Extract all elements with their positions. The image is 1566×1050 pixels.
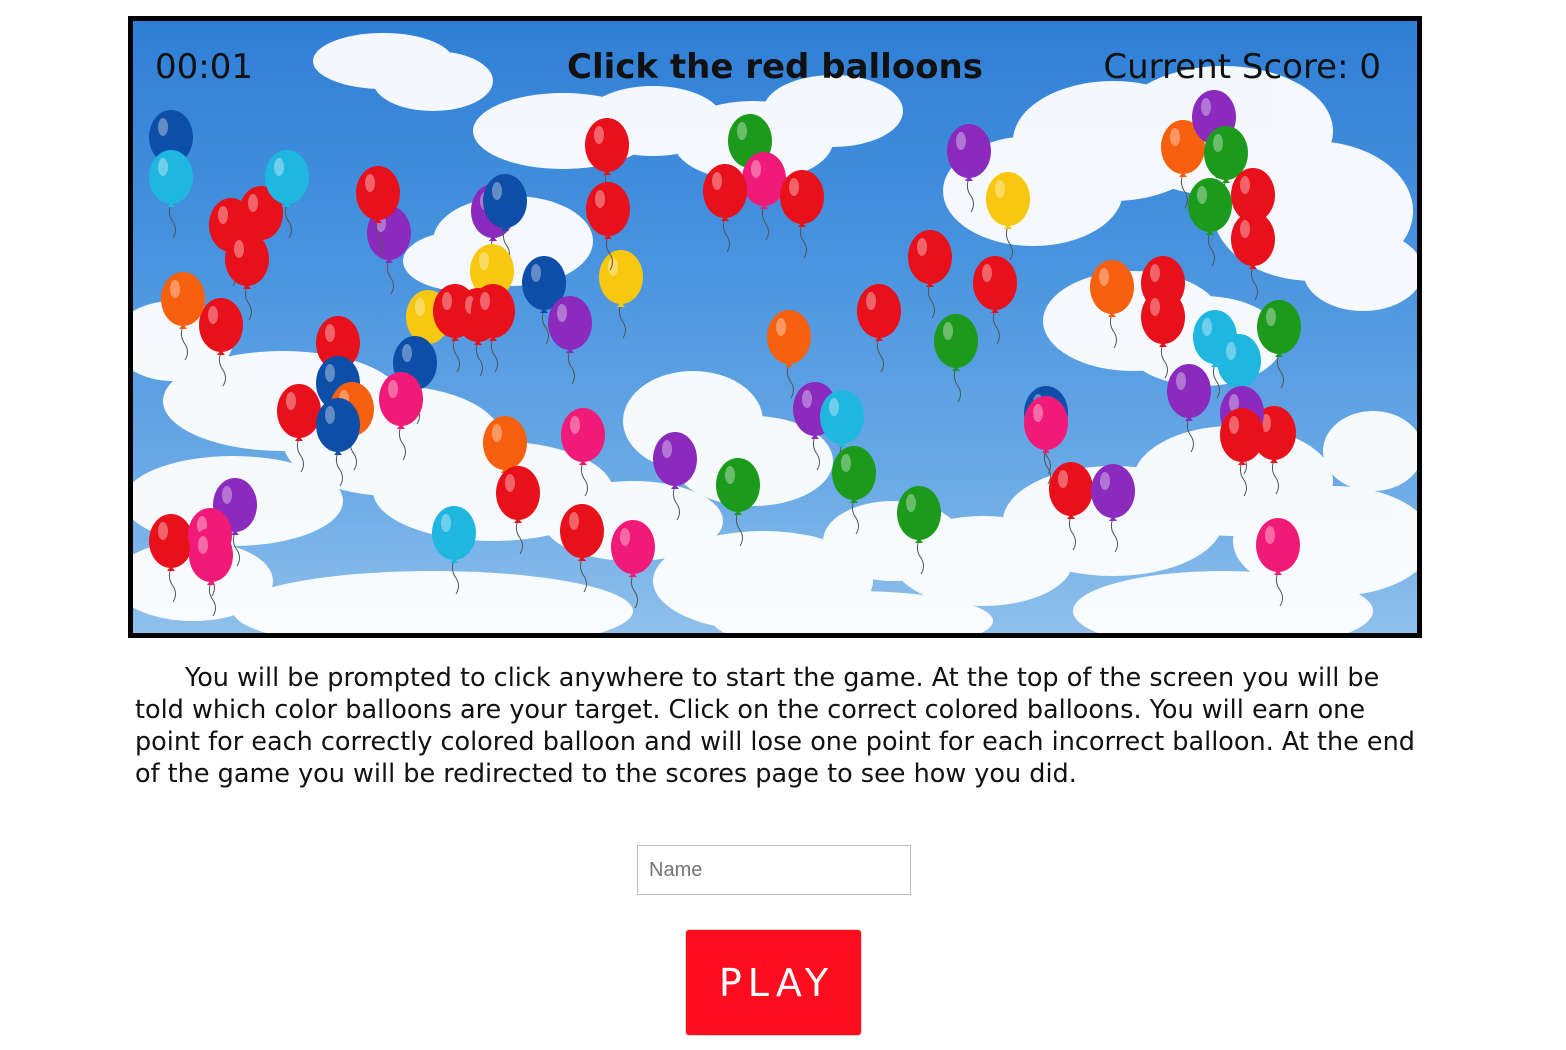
current-score: Current Score: 0: [1103, 47, 1381, 87]
red-balloon[interactable]: [471, 284, 515, 373]
pink-balloon[interactable]: [611, 520, 655, 609]
green-balloon[interactable]: [1188, 178, 1232, 267]
red-balloon[interactable]: [1231, 212, 1275, 301]
red-balloon[interactable]: [780, 170, 824, 259]
red-balloon[interactable]: [973, 256, 1017, 345]
cyan-balloon[interactable]: [149, 150, 193, 239]
sky-background: [133, 33, 1417, 633]
game-instructions: You will be prompted to click anywhere t…: [135, 663, 1415, 789]
red-balloon[interactable]: [560, 504, 604, 593]
yellow-balloon[interactable]: [986, 172, 1030, 261]
name-input[interactable]: [637, 845, 911, 895]
game-area[interactable]: 00:01 Click the red balloons Current Sco…: [128, 16, 1422, 638]
green-balloon[interactable]: [934, 314, 978, 403]
orange-balloon[interactable]: [767, 310, 811, 399]
red-balloon[interactable]: [703, 164, 747, 253]
red-balloon[interactable]: [857, 284, 901, 373]
green-balloon[interactable]: [1257, 300, 1301, 389]
red-balloon[interactable]: [908, 230, 952, 319]
play-button[interactable]: PLAY: [685, 929, 862, 1036]
yellow-balloon[interactable]: [599, 250, 643, 339]
pink-balloon[interactable]: [742, 152, 786, 241]
purple-balloon[interactable]: [548, 296, 592, 385]
